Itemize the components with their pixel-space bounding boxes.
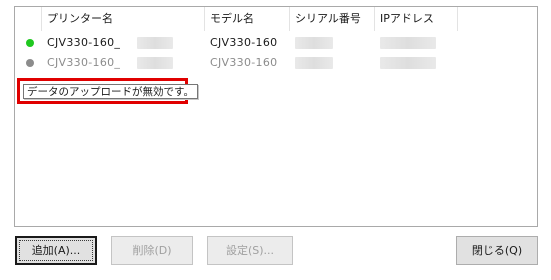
printer-list[interactable]: プリンター名 モデル名 シリアル番号 IPアドレス CJV330-160_ CJ… (14, 6, 538, 227)
printer-row[interactable]: CJV330-160_ CJV330-160 (15, 53, 537, 73)
status-dot-icon (26, 39, 34, 47)
delete-button-label: 削除(D) (132, 244, 172, 257)
redacted-ip-address (380, 57, 436, 69)
redacted-printer-suffix (137, 57, 173, 69)
close-button[interactable]: 閉じる(Q) (456, 236, 538, 265)
printer-name-cell: CJV330-160_ (47, 36, 121, 49)
printer-name-cell: CJV330-160_ (47, 56, 121, 69)
redacted-printer-suffix (137, 37, 173, 49)
settings-button[interactable]: 設定(S)... (207, 236, 293, 265)
model-name-cell: CJV330-160 (210, 36, 278, 49)
status-dot-icon (26, 59, 34, 67)
add-button[interactable]: 追加(A)... (15, 236, 97, 265)
redacted-serial-number (295, 37, 333, 49)
model-name-cell: CJV330-160 (210, 56, 278, 69)
redacted-ip-address (380, 37, 436, 49)
printer-row[interactable]: CJV330-160_ CJV330-160 (15, 33, 537, 53)
column-header-serial-number[interactable]: シリアル番号 (290, 7, 375, 31)
close-button-label: 閉じる(Q) (471, 244, 523, 257)
add-button-label: 追加(A)... (31, 244, 81, 257)
upload-disabled-tooltip: データのアップロードが無効です。 (23, 84, 198, 99)
column-header-status[interactable] (15, 7, 42, 31)
column-header-ip-address[interactable]: IPアドレス (375, 7, 458, 31)
delete-button[interactable]: 削除(D) (111, 236, 193, 265)
column-header-printer-name[interactable]: プリンター名 (42, 7, 205, 31)
list-header: プリンター名 モデル名 シリアル番号 IPアドレス (15, 7, 537, 31)
column-header-model-name[interactable]: モデル名 (205, 7, 290, 31)
redacted-serial-number (295, 57, 333, 69)
settings-button-label: 設定(S)... (225, 244, 275, 257)
